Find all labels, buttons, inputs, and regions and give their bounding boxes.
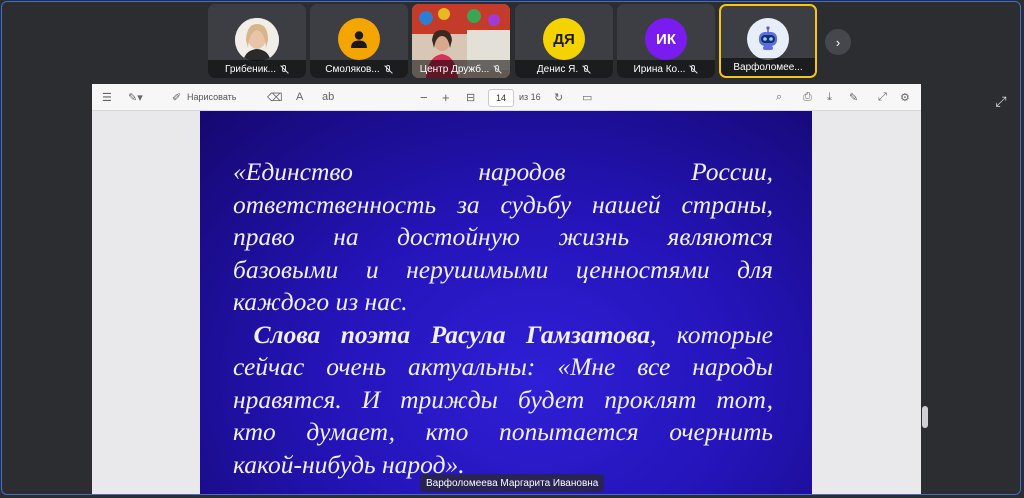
participant-label: Варфоломее... [721, 58, 815, 76]
page-total: из 16 [519, 92, 541, 102]
pdf-page: «Единство народов России, ответственност… [200, 111, 812, 494]
person-icon [338, 18, 380, 60]
slide-bold-text: Слова поэта Расула Гамзатова [253, 319, 650, 349]
slide-line: Слова поэта Расула Гамзатова, которые [233, 319, 773, 352]
expand-icon[interactable]: ⤢ [878, 84, 887, 110]
slide: «Единство народов России, ответственност… [200, 111, 812, 494]
slide-text: «Единство народов России, ответственност… [233, 156, 773, 481]
pdf-toolbar: ☰ ✎▾ ✐ Нарисовать ⌫ A ab − + ⊟ 14 из 16 … [92, 84, 921, 111]
text-icon[interactable]: A [296, 84, 303, 110]
participant-label: Грибеник... [208, 60, 306, 78]
rotate-icon[interactable]: ↻ [554, 84, 563, 110]
participant-initials: ДЯ [543, 18, 585, 60]
edit-icon[interactable]: ✎ [849, 84, 858, 110]
draw-icon[interactable]: ✐ [172, 84, 181, 110]
settings-icon[interactable]: ⚙ [900, 84, 910, 110]
chevron-right-icon[interactable]: › [825, 29, 851, 55]
mic-off-icon [280, 64, 289, 74]
page-view-icon[interactable]: ▭ [582, 84, 592, 110]
participant-tile[interactable]: Смоляков... [310, 4, 408, 78]
draw-tool-label[interactable]: Нарисовать [187, 84, 236, 110]
participant-label: Смоляков... [310, 60, 408, 78]
participant-tile[interactable]: Грибеник... [208, 4, 306, 78]
search-icon[interactable]: ⌕ [776, 84, 782, 110]
participant-tile[interactable]: ИК Ирина Ко... [617, 4, 715, 78]
participant-label: Денис Я. [515, 60, 613, 78]
mic-off-icon [384, 64, 393, 74]
fit-page-icon[interactable]: ⊟ [466, 84, 475, 110]
zoom-in-button[interactable]: + [442, 84, 450, 110]
list-icon[interactable]: ☰ [102, 84, 112, 110]
page-number-input[interactable]: 14 [488, 89, 514, 107]
fullscreen-icon[interactable]: ⤢ [990, 90, 1012, 112]
participant-label: Ирина Ко... [617, 60, 715, 78]
slide-line-rest: , которые [649, 319, 773, 349]
robot-icon [747, 18, 789, 60]
slide-line: кто думает, кто попытается очернить [233, 417, 773, 446]
zoom-out-button[interactable]: − [420, 84, 428, 110]
participant-tile[interactable]: Центр Дружб... [412, 4, 510, 78]
slide-line: каждого из нас. [233, 287, 408, 316]
participant-initials: ИК [645, 18, 687, 60]
eraser-icon[interactable]: ⌫ [267, 84, 283, 110]
pdf-viewer: ☰ ✎▾ ✐ Нарисовать ⌫ A ab − + ⊟ 14 из 16 … [92, 84, 928, 494]
slide-line: ответственность за судьбу нашей страны, [233, 189, 773, 219]
mic-off-icon [493, 64, 502, 74]
participant-label: Центр Дружб... [412, 60, 510, 78]
mic-off-icon [582, 64, 591, 74]
slide-line: право на достойную жизнь являются [233, 222, 773, 251]
speaker-name-label: Варфоломеева Маргарита Ивановна [420, 474, 605, 492]
print-icon[interactable]: ⎙ [803, 84, 812, 110]
slide-line: нравятся. И трижды будет проклят тот, [233, 384, 773, 414]
mic-off-icon [689, 64, 698, 74]
text-style-icon[interactable]: ab [322, 84, 334, 110]
scrollbar[interactable] [922, 406, 928, 428]
download-icon[interactable]: ⤓ [827, 84, 832, 110]
slide-line: «Единство народов России, [233, 157, 773, 186]
slide-line: базовыми и нерушимыми ценностями для [233, 254, 773, 284]
participant-photo [235, 18, 279, 62]
participant-tile[interactable]: ДЯ Денис Я. [515, 4, 613, 78]
participant-tile-active[interactable]: Варфоломее... [719, 4, 817, 78]
slide-line: сейчас очень актуальны: «Мне все народы [233, 352, 773, 381]
highlighter-icon[interactable]: ✎▾ [128, 84, 143, 110]
